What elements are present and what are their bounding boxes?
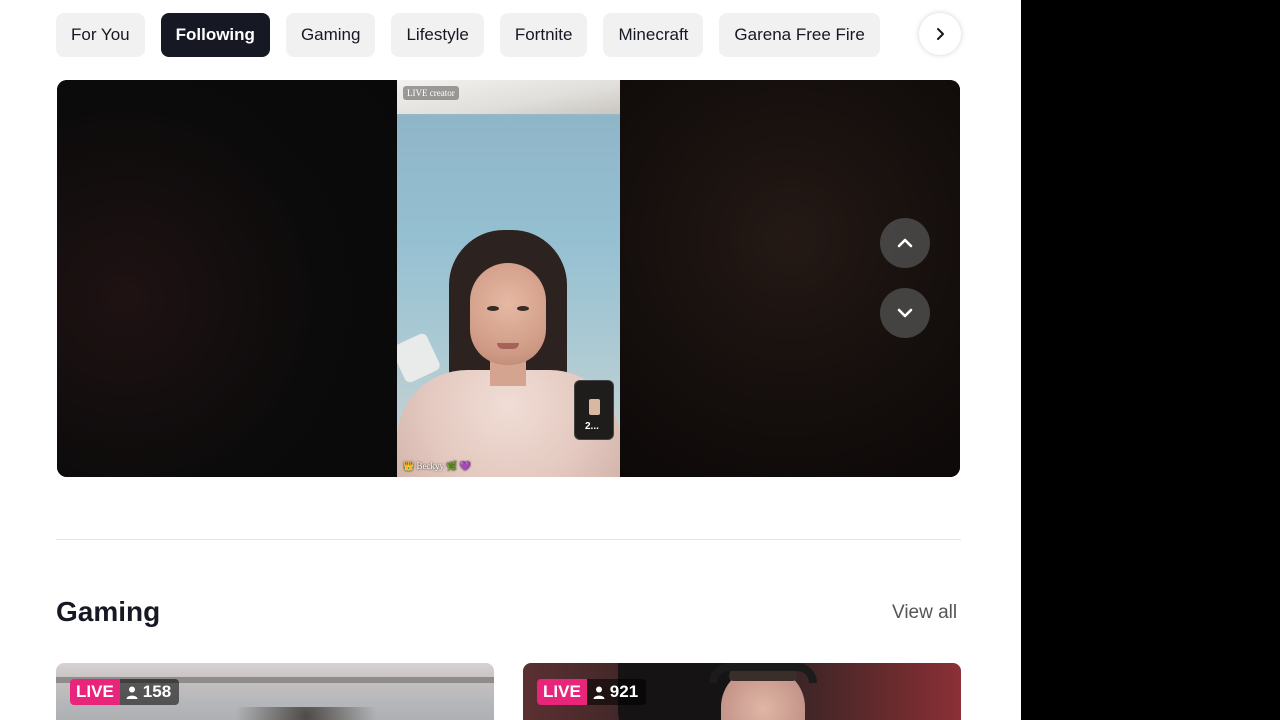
live-creator-label: LIVE creator (403, 86, 459, 100)
guest-tile[interactable]: 2... (574, 380, 614, 440)
tab-for-you[interactable]: For You (56, 13, 145, 57)
tab-minecraft[interactable]: Minecraft (603, 13, 704, 57)
live-card[interactable]: LIVE 158 (56, 663, 494, 720)
live-label: LIVE (70, 679, 120, 705)
chevron-up-icon (897, 238, 913, 248)
tabs-next-button[interactable] (919, 13, 961, 55)
offscreen-area (1021, 0, 1280, 720)
tab-gaming[interactable]: Gaming (285, 13, 376, 57)
chevron-right-icon (937, 28, 944, 40)
next-live-button[interactable] (880, 288, 930, 338)
chevron-down-icon (897, 308, 913, 318)
guest-avatar (589, 399, 600, 415)
player-backdrop-left (57, 80, 397, 477)
tab-fortnite[interactable]: Fortnite (499, 13, 588, 57)
gaming-section-title: Gaming (56, 596, 161, 627)
viewer-count: 921 (586, 679, 647, 705)
live-card[interactable]: LIVE 921 (523, 663, 961, 720)
tab-lifestyle[interactable]: Lifestyle (391, 13, 484, 57)
tab-garena-free-fire[interactable]: Garena Free Fire (719, 13, 880, 57)
live-badge: LIVE 158 (70, 679, 180, 705)
previous-live-button[interactable] (880, 218, 930, 268)
stream-caption: 👑 Beckyy 🌿 💜 (403, 461, 471, 471)
person-icon (126, 686, 138, 699)
category-tabs: For You Following Gaming Lifestyle Fortn… (56, 13, 880, 57)
live-badge: LIVE 921 (537, 679, 647, 705)
person-icon (593, 686, 605, 699)
viewer-count-value: 158 (142, 682, 172, 701)
live-page: For You Following Gaming Lifestyle Fortn… (0, 0, 1021, 720)
player-backdrop-right (620, 80, 960, 477)
view-all-link[interactable]: View all (892, 602, 957, 624)
section-divider (56, 539, 961, 540)
live-stream-video[interactable]: LIVE creator 2... 👑 Beckyy 🌿 💜 (397, 80, 620, 477)
live-player[interactable]: LIVE creator 2... 👑 Beckyy 🌿 💜 (57, 80, 960, 477)
guest-name: 2... (585, 421, 599, 432)
viewer-count: 158 (119, 679, 180, 705)
live-label: LIVE (537, 679, 587, 705)
viewer-count-value: 921 (609, 682, 639, 701)
tab-following[interactable]: Following (160, 13, 270, 57)
